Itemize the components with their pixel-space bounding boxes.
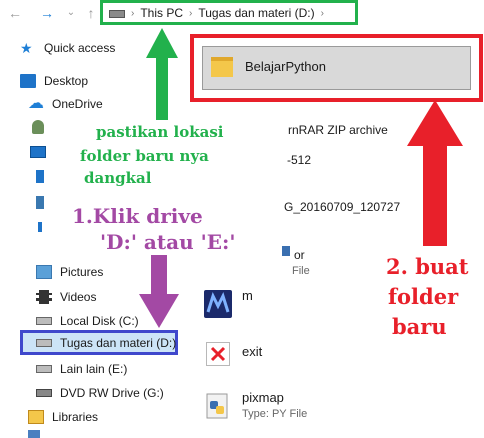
python-file-icon: [204, 392, 232, 420]
new-folder-highlight: BelajarPython: [190, 34, 483, 102]
this-pc-icon: [30, 146, 46, 158]
nav-item-pictures[interactable]: Pictures: [36, 262, 224, 282]
nav-item-label: Quick access: [44, 41, 116, 55]
nav-item-drive-d[interactable]: Tugas dan materi (D:): [36, 333, 177, 353]
annotation-red-line-3: baru: [392, 314, 447, 339]
file-type: Type: PY File: [242, 408, 308, 420]
device-icon: [36, 196, 44, 209]
address-bar[interactable]: › This PC › Tugas dan materi (D:) ›: [100, 0, 358, 25]
file-row[interactable]: pixmap Type: PY File: [200, 388, 484, 424]
annotation-purple-line-2: 'D:' atau 'E:': [100, 229, 236, 255]
chevron-right-icon: ›: [320, 7, 324, 19]
chevron-right-icon: ›: [189, 7, 193, 19]
python-file-icon: [282, 246, 290, 256]
nav-item-onedrive[interactable]: ☁ OneDrive: [28, 94, 216, 114]
up-arrow-icon[interactable]: ↑: [82, 4, 100, 22]
file-name: exit: [242, 344, 263, 359]
device-icon: [38, 222, 42, 232]
desktop-icon: [20, 74, 36, 88]
nav-item-label: Local Disk (C:): [60, 314, 139, 328]
nav-item-drive-e[interactable]: Lain lain (E:): [36, 359, 224, 379]
file-name-partial: G_20160709_120727: [284, 200, 401, 214]
mono-app-icon: [204, 290, 232, 318]
forward-arrow-icon[interactable]: →: [38, 4, 56, 22]
pictures-icon: [36, 265, 52, 279]
folder-name: BelajarPython: [245, 59, 326, 74]
drive-icon: [109, 10, 125, 18]
red-arrow-icon: [407, 100, 463, 246]
file-type-partial: File: [292, 265, 310, 277]
nav-item-label: Tugas dan materi (D:): [60, 336, 177, 350]
nav-item-label: Libraries: [52, 410, 99, 424]
file-name-partial: -512: [287, 153, 312, 167]
file-name: m: [242, 288, 253, 303]
star-icon: ★: [20, 40, 33, 56]
annotation-green-line-1: pastikan lokasi: [96, 122, 224, 143]
annotation-red-line-1: 2. buat: [386, 254, 469, 279]
nav-item-libraries[interactable]: Libraries: [28, 407, 216, 427]
network-icon: [28, 430, 40, 438]
videos-icon: [36, 290, 52, 304]
annotation-purple-line-1: 1.Klik drive: [72, 203, 203, 229]
breadcrumb-this-pc[interactable]: This PC: [140, 6, 183, 20]
drive-icon: [36, 365, 52, 373]
back-arrow-icon[interactable]: ←: [6, 4, 24, 22]
nav-item-videos[interactable]: Videos: [36, 287, 224, 307]
nav-item-local-disk-c[interactable]: Local Disk (C:): [36, 311, 224, 331]
annotation-red-line-2: folder: [388, 284, 459, 309]
file-name-partial: or: [294, 248, 305, 262]
drive-icon: [36, 339, 52, 347]
annotation-green-line-2: folder baru nya: [80, 146, 209, 167]
file-name: pixmap: [242, 390, 284, 405]
folder-icon: [211, 57, 233, 77]
device-icon: [36, 170, 44, 183]
purple-arrow-icon: [139, 252, 179, 328]
onedrive-icon: ☁: [28, 95, 44, 112]
breadcrumb-drive-d[interactable]: Tugas dan materi (D:): [198, 6, 314, 20]
green-arrow-icon: [146, 28, 178, 120]
nav-item-label: Desktop: [44, 74, 89, 88]
exit-icon: [206, 342, 230, 366]
folder-row-belajarpython[interactable]: BelajarPython: [202, 46, 471, 90]
nav-item-dvd-drive-g[interactable]: DVD RW Drive (G:): [36, 383, 224, 403]
nav-item-label: DVD RW Drive (G:): [60, 386, 164, 400]
drive-icon: [36, 317, 52, 325]
dvd-drive-icon: [36, 389, 52, 397]
libraries-icon: [28, 410, 44, 424]
nav-item-label: Videos: [60, 290, 97, 304]
recent-chevron-icon[interactable]: ⌄: [62, 4, 80, 22]
nav-item-label: OneDrive: [52, 97, 103, 111]
nav-item-label: Pictures: [60, 265, 104, 279]
file-type-partial: rnRAR ZIP archive: [288, 123, 388, 137]
annotation-green-line-3: dangkal: [84, 168, 152, 189]
chevron-right-icon: ›: [131, 7, 135, 19]
user-icon: [32, 120, 44, 134]
nav-item-label: Lain lain (E:): [60, 362, 128, 376]
